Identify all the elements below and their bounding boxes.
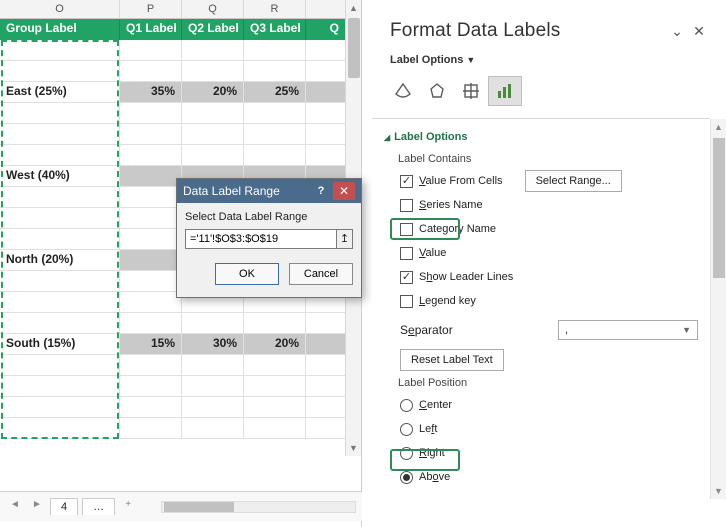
- dialog-help-button[interactable]: ?: [313, 185, 329, 197]
- series-name-checkbox[interactable]: [400, 199, 413, 212]
- scroll-down-icon[interactable]: ▼: [346, 440, 361, 456]
- value-from-cells-label: Value From Cells: [419, 175, 503, 187]
- add-sheet-button[interactable]: +: [119, 498, 137, 516]
- cancel-button[interactable]: Cancel: [289, 263, 353, 285]
- position-left-label: Left: [419, 423, 437, 435]
- scroll-up-icon[interactable]: ▲: [346, 0, 361, 16]
- cell-east-q2[interactable]: 20%: [182, 82, 244, 103]
- prev-sheet-button[interactable]: ◄: [6, 498, 24, 516]
- horizontal-scrollbar[interactable]: [161, 501, 356, 513]
- header-group[interactable]: Group Label: [0, 19, 120, 40]
- position-center-radio[interactable]: [400, 399, 413, 412]
- header-q2[interactable]: Q2 Label: [182, 19, 244, 40]
- pane-body: ◢ Label Options Label Contains Value Fro…: [372, 119, 726, 499]
- cell-west-label[interactable]: West (40%): [0, 166, 120, 187]
- label-contains-heading: Label Contains: [398, 153, 726, 165]
- header-row: Group Label Q1 Label Q2 Label Q3 Label Q: [0, 19, 361, 40]
- header-q1[interactable]: Q1 Label: [120, 19, 182, 40]
- active-sheet-tab[interactable]: …: [82, 498, 115, 515]
- cell-north-label[interactable]: North (20%): [0, 250, 120, 271]
- ok-button[interactable]: OK: [215, 263, 279, 285]
- range-input[interactable]: [185, 229, 337, 249]
- legend-key-checkbox[interactable]: [400, 295, 413, 308]
- legend-key-label: Legend key: [419, 295, 476, 307]
- row-east[interactable]: East (25%) 35% 20% 25%: [0, 82, 361, 103]
- value-from-cells-checkbox[interactable]: [400, 175, 413, 188]
- sheet-tab-bar: ◄ ► 4 … +: [0, 491, 362, 521]
- cell-east-q1[interactable]: 35%: [120, 82, 182, 103]
- dialog-title: Data Label Range: [183, 184, 313, 198]
- label-options-icon[interactable]: [488, 76, 522, 106]
- cell-east-q3[interactable]: 25%: [244, 82, 306, 103]
- value-checkbox[interactable]: [400, 247, 413, 260]
- dialog-prompt: Select Data Label Range: [185, 211, 353, 223]
- position-above-radio[interactable]: [400, 471, 413, 484]
- fill-line-icon[interactable]: [386, 76, 420, 106]
- col-O[interactable]: O: [0, 0, 120, 19]
- cell-south-label[interactable]: South (15%): [0, 334, 120, 355]
- dialog-titlebar[interactable]: Data Label Range ? ✕: [177, 179, 361, 203]
- visible-row-indicator[interactable]: 4: [50, 498, 78, 515]
- pane-dropdown-icon[interactable]: ⌄: [666, 23, 688, 40]
- next-sheet-button[interactable]: ►: [28, 498, 46, 516]
- pane-category-icons: [372, 66, 726, 118]
- category-name-checkbox[interactable]: [400, 223, 413, 236]
- hscroll-thumb[interactable]: [164, 502, 234, 512]
- separator-dropdown[interactable]: ,▼: [558, 320, 698, 340]
- category-name-label: Category Name: [419, 223, 496, 235]
- leader-lines-label: Show Leader Lines: [419, 271, 513, 283]
- scroll-thumb[interactable]: [348, 18, 360, 78]
- dialog-close-button[interactable]: ✕: [333, 182, 355, 200]
- label-options-section[interactable]: ◢ Label Options: [384, 127, 726, 147]
- header-q3[interactable]: Q3 Label: [244, 19, 306, 40]
- col-R[interactable]: R: [244, 0, 306, 19]
- col-next[interactable]: [306, 0, 346, 19]
- position-right-radio[interactable]: [400, 447, 413, 460]
- position-center-label: Center: [419, 399, 452, 411]
- pane-scroll-up-icon[interactable]: ▲: [711, 119, 726, 135]
- header-q4-partial[interactable]: Q: [306, 19, 346, 40]
- leader-lines-checkbox[interactable]: [400, 271, 413, 284]
- separator-label: Separator: [400, 323, 453, 337]
- select-range-button[interactable]: Select Range...: [525, 170, 622, 192]
- position-above-label: Above: [419, 471, 450, 483]
- cell-south-q3[interactable]: 20%: [244, 334, 306, 355]
- cell-south-q1[interactable]: 15%: [120, 334, 182, 355]
- col-Q[interactable]: Q: [182, 0, 244, 19]
- series-name-label: Series Name: [419, 199, 483, 211]
- reset-label-text-button[interactable]: Reset Label Text: [400, 349, 504, 371]
- pane-title: Format Data Labels: [390, 20, 666, 42]
- pane-subtitle[interactable]: Label Options ▼: [372, 54, 726, 66]
- data-label-range-dialog: Data Label Range ? ✕ Select Data Label R…: [176, 178, 362, 298]
- pane-scrollbar[interactable]: ▲ ▼: [710, 119, 726, 499]
- format-data-labels-pane: Format Data Labels ⌄ ✕ Label Options ▼ ◢…: [372, 0, 726, 527]
- collapse-triangle-icon: ◢: [384, 133, 390, 142]
- effects-icon[interactable]: [420, 76, 454, 106]
- column-letter-row: O P Q R: [0, 0, 361, 19]
- size-properties-icon[interactable]: [454, 76, 488, 106]
- pane-scroll-down-icon[interactable]: ▼: [711, 483, 726, 499]
- pane-scroll-thumb[interactable]: [713, 138, 725, 278]
- pane-close-button[interactable]: ✕: [688, 23, 710, 40]
- position-left-radio[interactable]: [400, 423, 413, 436]
- col-P[interactable]: P: [120, 0, 182, 19]
- row-south[interactable]: South (15%) 15% 30% 20%: [0, 334, 361, 355]
- label-position-heading: Label Position: [398, 377, 726, 389]
- collapse-dialog-icon[interactable]: ↥: [337, 229, 353, 249]
- value-label: Value: [419, 247, 446, 259]
- position-right-label: Right: [419, 447, 445, 459]
- cell-east-label[interactable]: East (25%): [0, 82, 120, 103]
- cell-south-q2[interactable]: 30%: [182, 334, 244, 355]
